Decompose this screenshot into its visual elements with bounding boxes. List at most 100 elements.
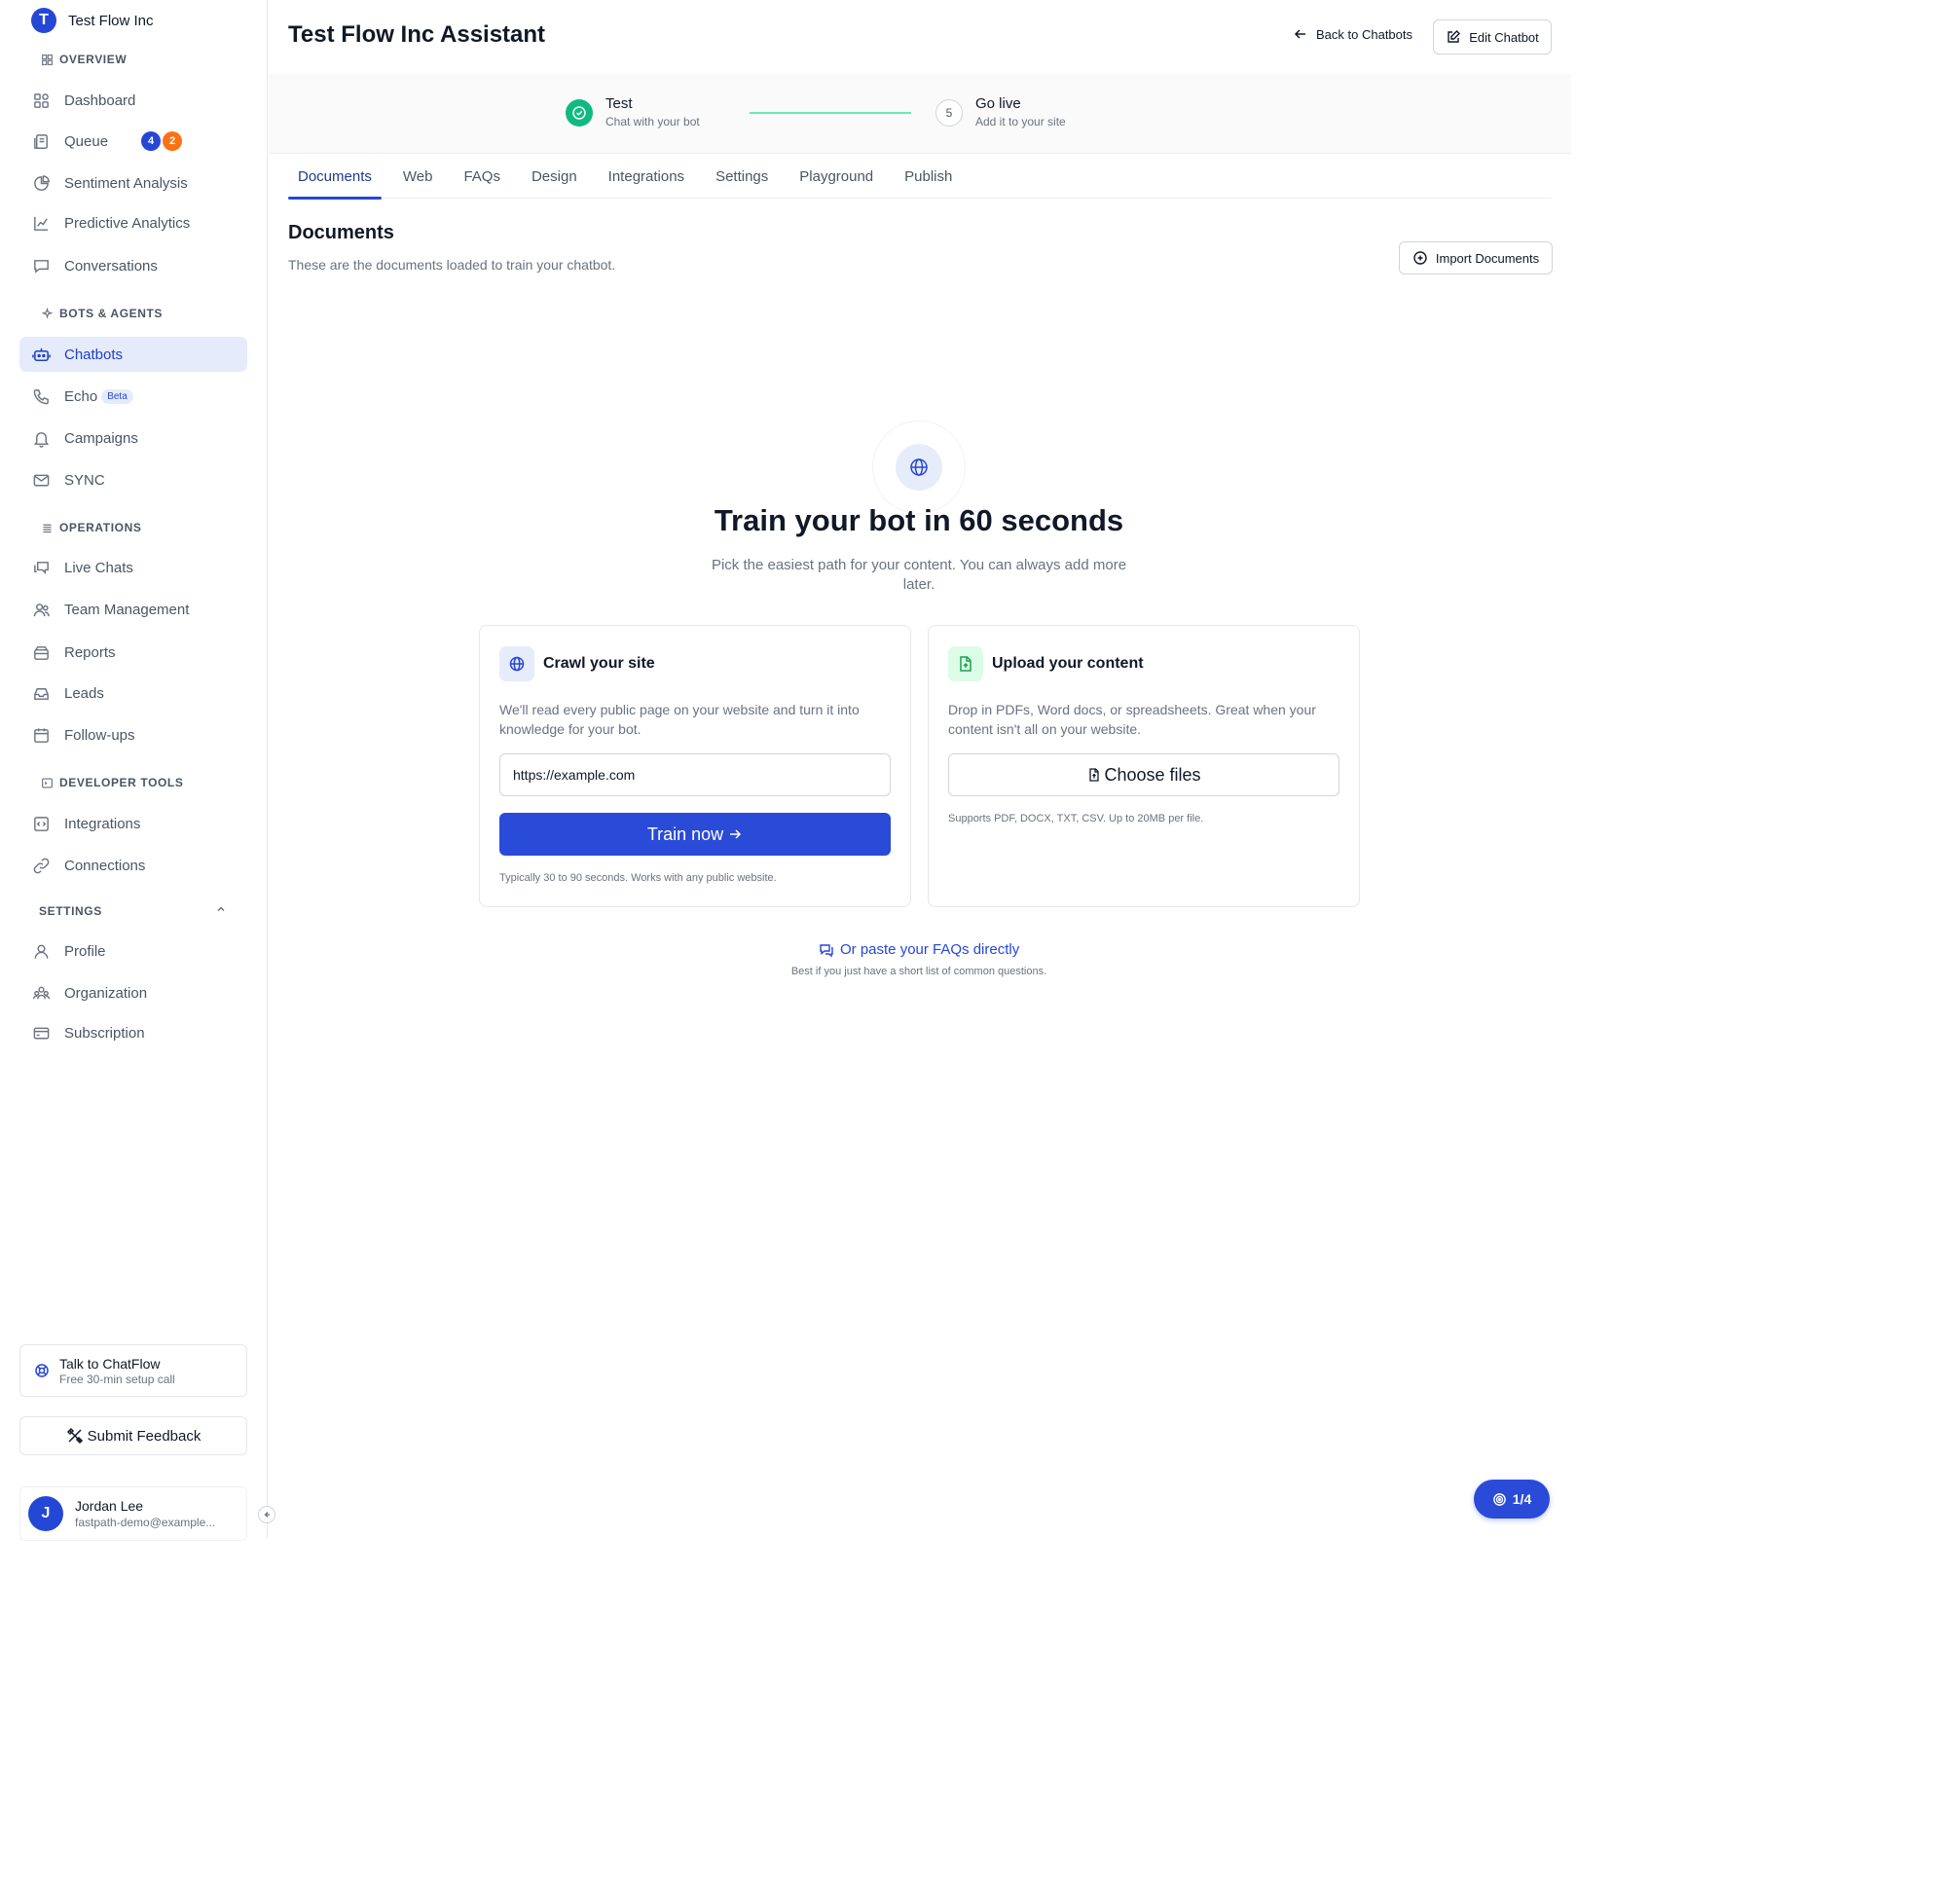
- sidebar-item-queue[interactable]: Queue 4 2: [19, 124, 247, 159]
- chats-icon: [34, 561, 49, 574]
- crawl-footnote: Typically 30 to 90 seconds. Works with a…: [499, 872, 777, 884]
- trend-chart-icon: [34, 216, 49, 231]
- credit-card-icon: [33, 1027, 50, 1039]
- queue-badge-alert: 2: [163, 131, 183, 151]
- documents-description: These are the documents loaded to train …: [288, 257, 616, 273]
- sidebar-item-label: Conversations: [64, 257, 158, 275]
- sidebar-item-organization[interactable]: Organization: [19, 975, 247, 1010]
- arrow-left-icon: [264, 1512, 270, 1518]
- sidebar-item-followups[interactable]: Follow-ups: [19, 717, 247, 752]
- sidebar-item-label: Subscription: [64, 1024, 145, 1042]
- tab-web[interactable]: Web: [393, 154, 443, 199]
- collapse-sidebar-button[interactable]: [258, 1506, 275, 1523]
- train-now-label: Train now: [646, 824, 724, 844]
- sidebar-item-conversations[interactable]: Conversations: [19, 248, 247, 283]
- tab-settings[interactable]: Settings: [706, 154, 778, 199]
- dashboard-icon: [34, 92, 49, 108]
- sidebar-item-dashboard[interactable]: Dashboard: [19, 83, 247, 118]
- step-test-subtitle: Chat with your bot: [605, 115, 700, 128]
- tab-faqs[interactable]: FAQs: [454, 154, 510, 199]
- sidebar-item-echo[interactable]: Echo Beta: [19, 379, 247, 414]
- pie-chart-icon: [34, 174, 50, 191]
- import-documents-button[interactable]: Import Documents: [1399, 241, 1553, 275]
- org-switcher[interactable]: T Test Flow Inc: [31, 8, 154, 33]
- website-url-input[interactable]: [499, 753, 891, 796]
- sidebar-item-label: Predictive Analytics: [64, 214, 191, 232]
- onboarding-progress-button[interactable]: 1/4: [1474, 1480, 1550, 1519]
- sidebar-item-label: Reports: [64, 643, 116, 661]
- talk-to-chatflow-card[interactable]: Talk to ChatFlow Free 30-min setup call: [19, 1344, 247, 1397]
- phone-icon: [33, 388, 49, 404]
- sidebar-item-live-chats[interactable]: Live Chats: [19, 550, 247, 585]
- step-test-title[interactable]: Test: [605, 95, 633, 112]
- beta-badge: Beta: [101, 388, 133, 404]
- upload-title: Upload your content: [992, 655, 1144, 672]
- link-icon: [33, 858, 50, 873]
- sidebar-item-profile[interactable]: Profile: [19, 934, 247, 969]
- sidebar-item-team[interactable]: Team Management: [19, 592, 247, 627]
- hero-subtitle: Pick the easiest path for your content. …: [711, 557, 1127, 593]
- globe-icon: [509, 656, 525, 672]
- paste-faqs-link[interactable]: Or paste your FAQs directly: [819, 941, 1019, 958]
- file-icon: [1089, 768, 1100, 782]
- queue-icon: [34, 133, 48, 149]
- chevron-up-icon[interactable]: [214, 902, 228, 916]
- sidebar-item-subscription[interactable]: Subscription: [19, 1015, 247, 1050]
- setup-stepper: Test Chat with your bot 5 Go live Add it…: [269, 74, 1571, 154]
- calendar-icon: [34, 727, 49, 743]
- grid-icon: [42, 54, 53, 65]
- tab-playground[interactable]: Playground: [789, 154, 883, 199]
- edit-chatbot-button[interactable]: Edit Chatbot: [1433, 19, 1552, 55]
- sidebar-item-campaigns[interactable]: Campaigns: [19, 421, 247, 456]
- sidebar-item-label: Campaigns: [64, 429, 138, 447]
- globe-icon: [910, 458, 928, 476]
- sidebar-item-integrations[interactable]: Integrations: [19, 806, 247, 841]
- sidebar-item-sentiment[interactable]: Sentiment Analysis: [19, 165, 247, 201]
- user-email: fastpath-demo@example...: [75, 1516, 216, 1529]
- sidebar-item-connections[interactable]: Connections: [19, 848, 247, 883]
- sidebar-item-predictive[interactable]: Predictive Analytics: [19, 205, 247, 240]
- submit-feedback-label: Submit Feedback: [87, 1427, 202, 1445]
- code-icon: [34, 816, 49, 831]
- tab-design[interactable]: Design: [522, 154, 587, 199]
- sidebar-item-leads[interactable]: Leads: [19, 676, 247, 711]
- org-avatar: T: [31, 8, 56, 33]
- bot-icon: [32, 348, 51, 361]
- users-icon: [33, 603, 50, 616]
- terminal-icon: [42, 777, 53, 788]
- lifebuoy-icon: [35, 1364, 49, 1377]
- sidebar-item-label: SYNC: [64, 471, 105, 489]
- paste-faqs-subtitle: Best if you just have a short list of co…: [790, 966, 1047, 977]
- section-developer-label: DEVELOPER TOOLS: [59, 776, 184, 789]
- section-overview: OVERVIEW: [41, 53, 127, 66]
- sidebar-item-label: Chatbots: [64, 346, 124, 363]
- sidebar-item-sync[interactable]: SYNC: [19, 462, 247, 497]
- hero-icon-ring: [872, 421, 966, 514]
- organization-icon: [32, 986, 51, 999]
- sidebar-item-chatbots[interactable]: Chatbots: [19, 337, 247, 372]
- target-icon: [1492, 1492, 1506, 1506]
- user-menu[interactable]: J Jordan Lee fastpath-demo@example...: [19, 1486, 247, 1541]
- check-circle-icon: [572, 106, 586, 120]
- org-name: Test Flow Inc: [68, 12, 154, 29]
- sparkle-icon: [41, 307, 54, 319]
- queue-badge-count: 4: [141, 131, 162, 151]
- edit-label: Edit Chatbot: [1469, 29, 1539, 45]
- sidebar-item-reports[interactable]: Reports: [19, 635, 247, 670]
- upload-icon-bg: [948, 646, 983, 681]
- choose-files-button[interactable]: Choose files: [948, 753, 1339, 796]
- file-upload-icon: [960, 656, 972, 672]
- train-now-button[interactable]: Train now: [499, 813, 891, 856]
- chat-bubbles-icon: [820, 943, 833, 957]
- step-go-live-title[interactable]: Go live: [975, 95, 1021, 112]
- submit-feedback-button[interactable]: Submit Feedback: [19, 1416, 247, 1455]
- import-label: Import Documents: [1435, 250, 1540, 266]
- back-to-chatbots-link[interactable]: Back to Chatbots: [1293, 26, 1412, 42]
- section-settings[interactable]: SETTINGS: [39, 904, 102, 918]
- hero-icon-bg: [896, 444, 942, 491]
- tab-publish[interactable]: Publish: [895, 154, 962, 199]
- tab-documents[interactable]: Documents: [288, 154, 382, 200]
- reports-icon: [34, 645, 49, 660]
- sidebar-item-label: Follow-ups: [64, 726, 135, 744]
- tab-integrations[interactable]: Integrations: [599, 154, 694, 199]
